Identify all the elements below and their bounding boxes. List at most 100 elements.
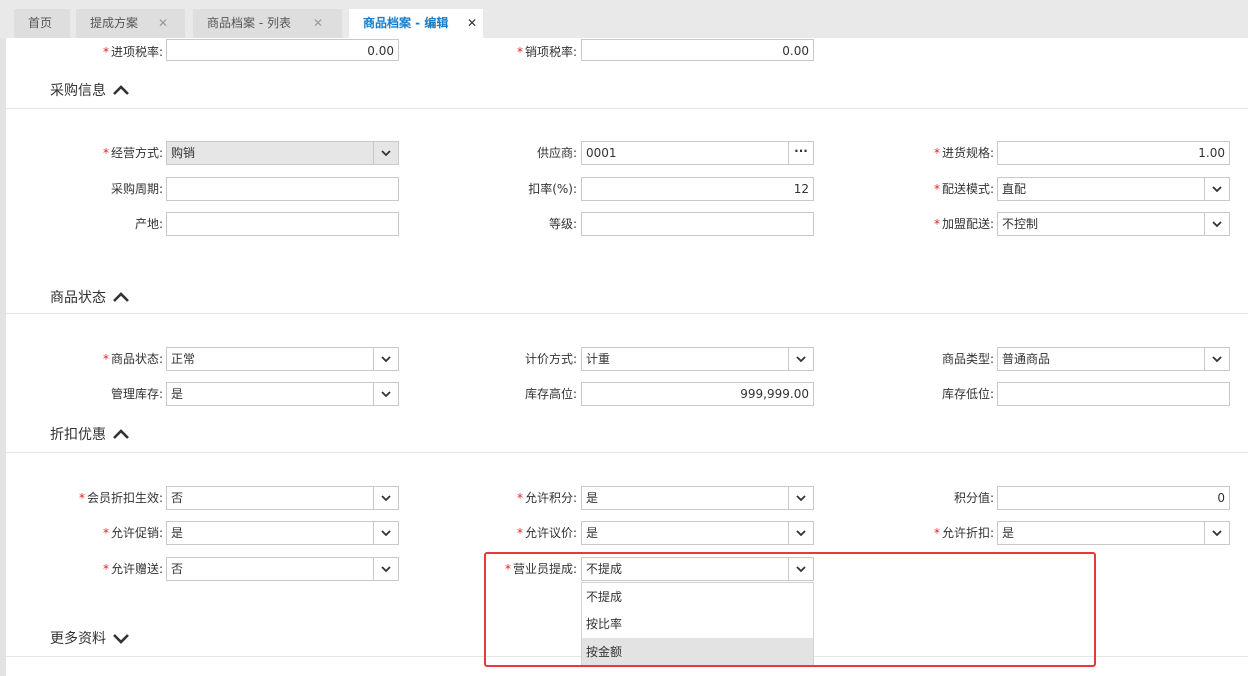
input-tax-field[interactable]: 0.00 bbox=[166, 39, 399, 61]
chevron-up-icon[interactable] bbox=[112, 428, 130, 440]
allow-discount-select[interactable]: 是 bbox=[997, 521, 1230, 545]
allow-discount-value: 是 bbox=[1002, 526, 1015, 540]
section-purchase-title: 采购信息 bbox=[50, 83, 106, 99]
stock-low-field[interactable] bbox=[997, 382, 1230, 406]
purchase-spec-field[interactable]: 1.00 bbox=[997, 141, 1230, 165]
allow-promotion-select[interactable]: 是 bbox=[166, 521, 399, 545]
section-discount-title: 折扣优惠 bbox=[50, 427, 106, 443]
supplier-value: 0001 bbox=[586, 146, 617, 160]
purchase-spec-label: * 进货规格: bbox=[933, 146, 994, 160]
chevron-down-icon[interactable] bbox=[373, 348, 398, 370]
allow-points-select[interactable]: 是 bbox=[581, 486, 814, 510]
business-mode-select[interactable]: 购销 bbox=[166, 141, 399, 165]
product-state-select[interactable]: 正常 bbox=[166, 347, 399, 371]
chevron-down-icon[interactable] bbox=[373, 487, 398, 509]
member-discount-value: 否 bbox=[171, 491, 184, 505]
tab-commission-plan-label: 提成方案 bbox=[90, 16, 139, 30]
grade-label: 等级: bbox=[548, 217, 577, 231]
stock-high-field[interactable]: 999,999.00 bbox=[581, 382, 814, 406]
product-state-value: 正常 bbox=[171, 352, 196, 366]
tab-home-label: 首页 bbox=[28, 16, 53, 30]
ellipsis-icon[interactable]: ··· bbox=[788, 142, 813, 164]
stock-low-label: 库存低位: bbox=[941, 387, 994, 401]
chevron-down-icon[interactable] bbox=[1204, 213, 1229, 235]
chevron-down-icon[interactable] bbox=[373, 522, 398, 544]
stock-high-label: 库存高位: bbox=[524, 387, 577, 401]
points-value-label: 积分值: bbox=[953, 491, 994, 505]
franchise-delivery-select[interactable]: 不控制 bbox=[997, 212, 1230, 236]
close-icon[interactable]: ✕ bbox=[313, 9, 323, 38]
tab-product-list-label: 商品档案 - 列表 bbox=[207, 16, 291, 30]
chevron-up-icon[interactable] bbox=[112, 84, 130, 96]
discount-rate-field[interactable]: 12 bbox=[581, 177, 814, 201]
chevron-down-icon[interactable] bbox=[112, 632, 130, 644]
close-icon[interactable]: ✕ bbox=[467, 9, 477, 38]
pricing-method-label: 计价方式: bbox=[524, 352, 577, 366]
chevron-down-icon[interactable] bbox=[788, 487, 813, 509]
output-tax-label: * 销项税率: bbox=[516, 45, 577, 59]
chevron-up-icon[interactable] bbox=[112, 291, 130, 303]
allow-bargain-select[interactable]: 是 bbox=[581, 521, 814, 545]
section-more-header[interactable]: 更多资料 bbox=[50, 628, 129, 650]
allow-gift-select[interactable]: 否 bbox=[166, 557, 399, 581]
product-type-select[interactable]: 普通商品 bbox=[997, 347, 1230, 371]
allow-points-value: 是 bbox=[586, 491, 599, 505]
allow-discount-label: * 允许折扣: bbox=[933, 526, 994, 540]
business-mode-label: * 经营方式: bbox=[102, 146, 163, 160]
member-discount-label: * 会员折扣生效: bbox=[78, 491, 163, 505]
chevron-down-icon[interactable] bbox=[373, 558, 398, 580]
purchase-cycle-label: 采购周期: bbox=[110, 182, 163, 196]
stock-management-select[interactable]: 是 bbox=[166, 382, 399, 406]
tab-home[interactable]: 首页 bbox=[14, 9, 70, 38]
franchise-delivery-label: * 加盟配送: bbox=[933, 217, 994, 231]
supplier-field[interactable]: 0001 ··· bbox=[581, 141, 814, 165]
allow-points-label: * 允许积分: bbox=[516, 491, 577, 505]
purchase-cycle-field[interactable] bbox=[166, 177, 399, 201]
chevron-down-icon[interactable] bbox=[788, 522, 813, 544]
grade-field[interactable] bbox=[581, 212, 814, 236]
allow-promotion-value: 是 bbox=[171, 526, 184, 540]
chevron-down-icon[interactable] bbox=[1204, 348, 1229, 370]
allow-bargain-value: 是 bbox=[586, 526, 599, 540]
output-tax-field[interactable]: 0.00 bbox=[581, 39, 814, 61]
delivery-mode-select[interactable]: 直配 bbox=[997, 177, 1230, 201]
tab-product-edit-label: 商品档案 - 编辑 bbox=[363, 16, 449, 30]
allow-gift-label: * 允许赠送: bbox=[102, 562, 163, 576]
points-value-field[interactable]: 0 bbox=[997, 486, 1230, 510]
product-type-value: 普通商品 bbox=[1002, 352, 1051, 366]
business-mode-value: 购销 bbox=[171, 146, 196, 160]
franchise-delivery-value: 不控制 bbox=[1002, 217, 1039, 231]
delivery-mode-value: 直配 bbox=[1002, 182, 1027, 196]
chevron-down-icon[interactable] bbox=[373, 142, 398, 164]
section-divider bbox=[6, 108, 1248, 109]
tab-bar: 首页 提成方案 ✕ 商品档案 - 列表 ✕ 商品档案 - 编辑 ✕ bbox=[0, 0, 1248, 38]
section-discount-header[interactable]: 折扣优惠 bbox=[50, 424, 129, 446]
discount-rate-label: 扣率(%): bbox=[528, 182, 577, 196]
tab-commission-plan[interactable]: 提成方案 ✕ bbox=[76, 9, 185, 38]
member-discount-select[interactable]: 否 bbox=[166, 486, 399, 510]
chevron-down-icon[interactable] bbox=[373, 383, 398, 405]
chevron-down-icon[interactable] bbox=[1204, 522, 1229, 544]
supplier-label: 供应商: bbox=[536, 146, 577, 160]
origin-label: 产地: bbox=[134, 217, 163, 231]
section-divider bbox=[6, 313, 1248, 314]
close-icon[interactable]: ✕ bbox=[158, 9, 168, 38]
product-state-label: * 商品状态: bbox=[102, 352, 163, 366]
origin-field[interactable] bbox=[166, 212, 399, 236]
input-tax-label: * 进项税率: bbox=[102, 45, 163, 59]
allow-bargain-label: * 允许议价: bbox=[516, 526, 577, 540]
product-type-label: 商品类型: bbox=[941, 352, 994, 366]
allow-promotion-label: * 允许促销: bbox=[102, 526, 163, 540]
section-purchase-header[interactable]: 采购信息 bbox=[50, 80, 129, 102]
section-status-header[interactable]: 商品状态 bbox=[50, 287, 129, 309]
chevron-down-icon[interactable] bbox=[788, 348, 813, 370]
highlight-annotation-box bbox=[484, 552, 1096, 667]
section-status-title: 商品状态 bbox=[50, 290, 106, 306]
tab-product-edit[interactable]: 商品档案 - 编辑 ✕ bbox=[349, 9, 483, 38]
section-divider bbox=[6, 452, 1248, 453]
section-more-title: 更多资料 bbox=[50, 631, 106, 647]
tab-product-list[interactable]: 商品档案 - 列表 ✕ bbox=[193, 9, 342, 38]
chevron-down-icon[interactable] bbox=[1204, 178, 1229, 200]
pricing-method-select[interactable]: 计重 bbox=[581, 347, 814, 371]
pricing-method-value: 计重 bbox=[586, 352, 611, 366]
